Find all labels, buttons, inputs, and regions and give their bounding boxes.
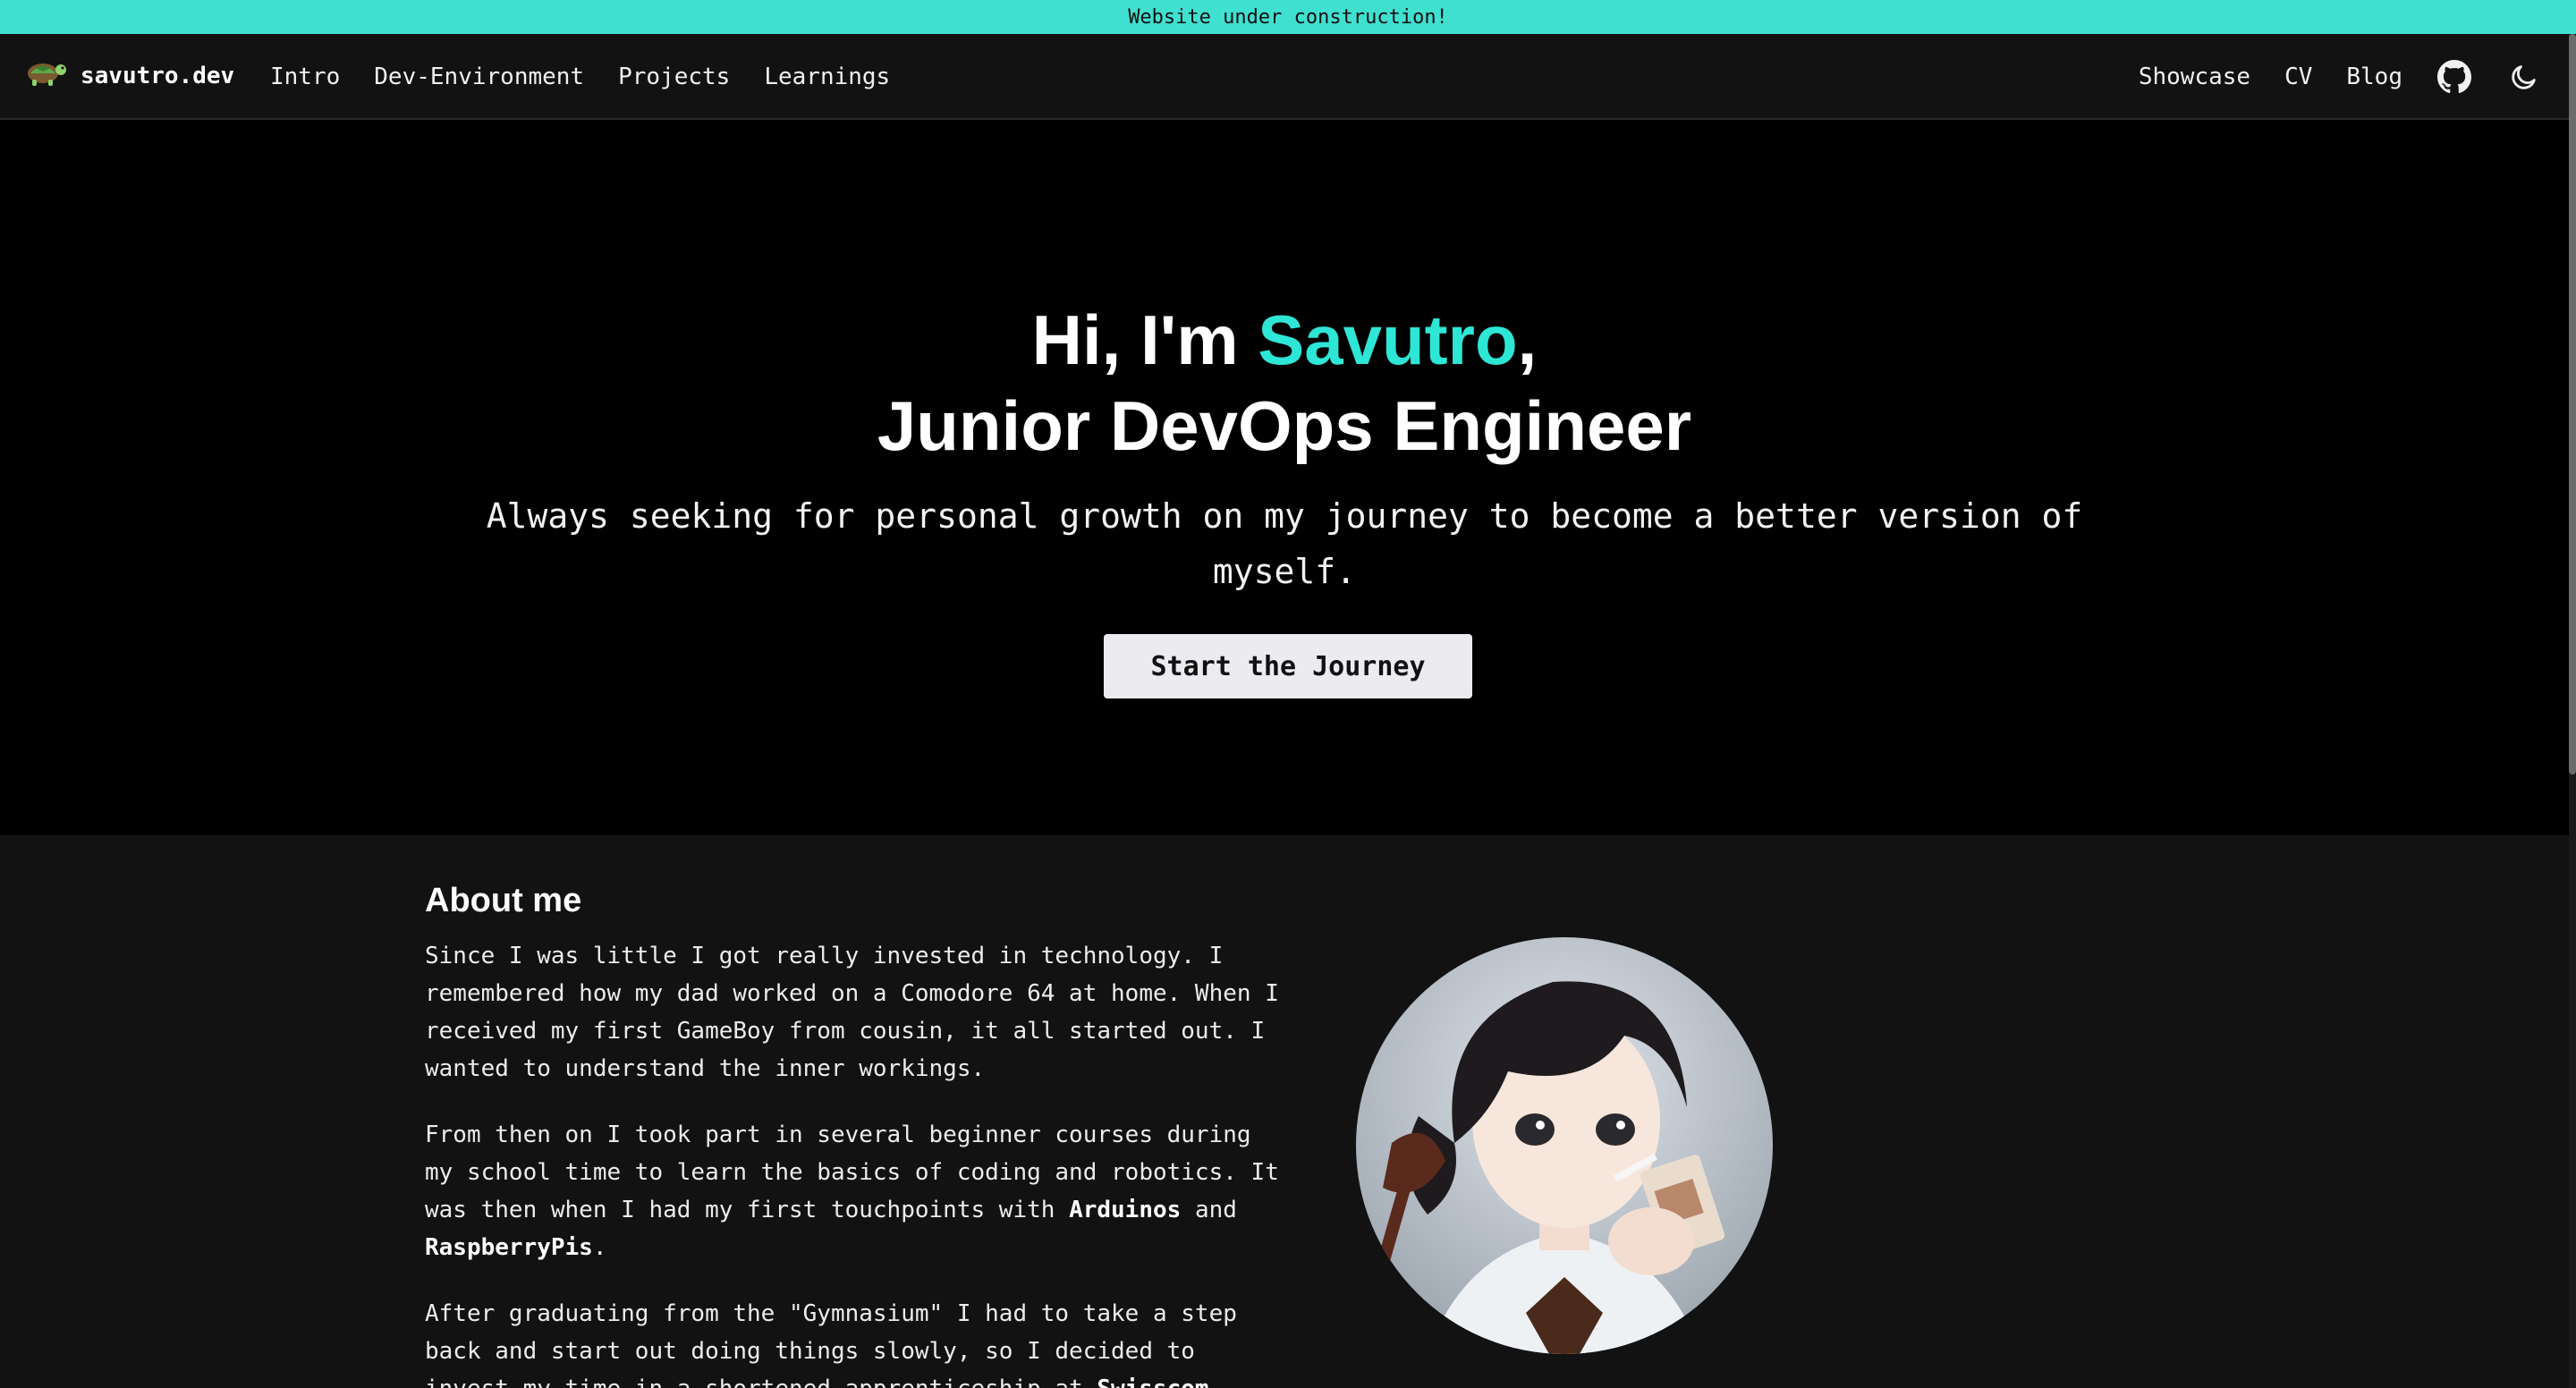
hero-greeting-prefix: Hi, I'm	[1031, 300, 1258, 379]
hero-subtitle: Always seeking for personal growth on my…	[486, 496, 2083, 591]
nav-link-cv[interactable]: CV	[2284, 63, 2312, 90]
turtle-logo-icon	[23, 57, 68, 94]
nav-link-intro[interactable]: Intro	[270, 63, 340, 90]
nav-left-links: Intro Dev-Environment Projects Learnings	[270, 34, 890, 120]
nav-link-showcase[interactable]: Showcase	[2139, 63, 2250, 90]
hero-role: Junior DevOps Engineer	[877, 386, 1692, 465]
about-p3-swisscom: Swisscom	[1097, 1375, 1208, 1388]
nav-link-dev-environment[interactable]: Dev-Environment	[374, 63, 584, 90]
nav-link-projects[interactable]: Projects	[618, 63, 730, 90]
hero-section: Hi, I'm Savutro, Junior DevOps Engineer …	[0, 120, 2569, 835]
nav-link-blog[interactable]: Blog	[2346, 63, 2402, 90]
about-p2-mid: and	[1181, 1197, 1237, 1223]
profile-portrait	[1356, 937, 1773, 1354]
nav-right-links: Showcase CV Blog	[2139, 34, 2542, 120]
hero-greeting-suffix: ,	[1517, 300, 1538, 379]
brand-link[interactable]: savutro.dev	[23, 57, 234, 94]
hero-name: Savutro	[1258, 300, 1518, 379]
scrollbar-thumb[interactable]	[2569, 34, 2576, 774]
about-paragraph-3: After graduating from the "Gymnasium" I …	[425, 1295, 1284, 1388]
banner-text: Website under construction!	[1128, 5, 1448, 29]
about-p3-suffix: .	[1209, 1375, 1224, 1388]
hero-title: Hi, I'm Savutro, Junior DevOps Engineer	[0, 297, 2569, 469]
github-icon[interactable]	[2436, 59, 2472, 95]
about-text: Since I was little I got really invested…	[425, 937, 1284, 1388]
nav-link-learnings[interactable]: Learnings	[764, 63, 890, 90]
about-p2-arduinos: Arduinos	[1069, 1197, 1182, 1223]
about-paragraph-2: From then on I took part in several begi…	[425, 1116, 1284, 1266]
about-section: About me Since I was little I got really…	[0, 835, 2569, 1388]
brand-label: savutro.dev	[80, 62, 235, 89]
start-journey-button[interactable]: Start the Journey	[1104, 634, 1472, 698]
about-p2-suffix: .	[592, 1234, 607, 1261]
about-p2-raspberrypis: RaspberryPis	[425, 1234, 593, 1261]
about-paragraph-1: Since I was little I got really invested…	[425, 943, 1279, 1082]
construction-banner: Website under construction!	[0, 0, 2576, 34]
navbar: savutro.dev Intro Dev-Environment Projec…	[0, 34, 2569, 120]
moon-icon[interactable]	[2506, 59, 2542, 95]
about-heading: About me	[425, 882, 582, 919]
